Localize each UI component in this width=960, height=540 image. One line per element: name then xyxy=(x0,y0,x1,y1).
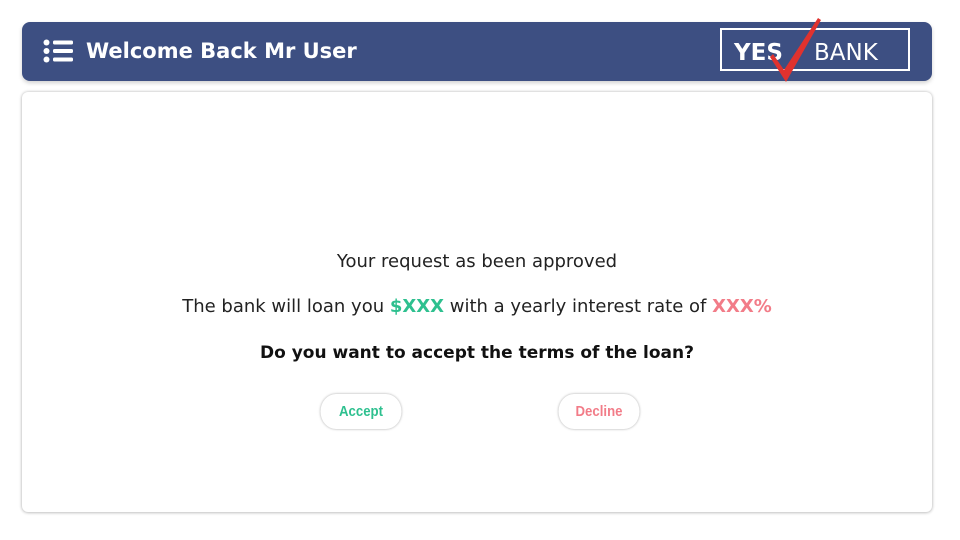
loan-middle: with a yearly interest rate of xyxy=(449,296,707,317)
loan-approval-card: Your request as been approved The bank w… xyxy=(22,92,932,512)
interest-rate: XXX% xyxy=(712,296,772,317)
loan-prefix: The bank will loan you xyxy=(182,296,385,317)
page-title: Welcome Back Mr User xyxy=(86,39,357,63)
approval-message: Your request as been approved xyxy=(336,251,618,272)
loan-amount: $XXX xyxy=(389,296,445,317)
menu-icon[interactable] xyxy=(43,39,73,63)
accept-question: Do you want to accept the terms of the l… xyxy=(260,343,694,363)
loan-terms-text: The bank will loan you $XXX with a yearl… xyxy=(22,296,932,317)
yes-bank-logo: YES BANK xyxy=(720,18,910,82)
decline-button[interactable]: Decline xyxy=(558,394,640,429)
accept-button[interactable]: Accept xyxy=(320,394,402,429)
logo-text-bank: BANK xyxy=(814,40,879,66)
